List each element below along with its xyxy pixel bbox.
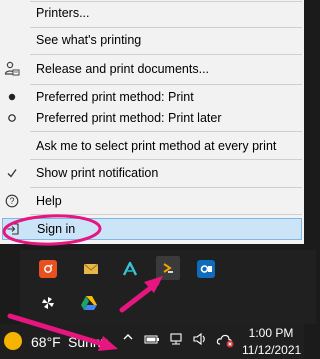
menu-item-label: Help xyxy=(36,194,62,208)
sign-in-icon xyxy=(4,220,22,238)
printer-app-icon[interactable] xyxy=(156,256,180,280)
network-icon[interactable] xyxy=(168,332,184,349)
sun-icon[interactable] xyxy=(4,332,22,350)
menu-separator xyxy=(30,131,302,132)
menu-item-see-whats-printing[interactable]: See what's printing xyxy=(0,27,304,53)
orange-app-icon[interactable] xyxy=(39,260,57,278)
menu-item-help[interactable]: ? Help xyxy=(0,188,304,214)
menu-item-show-print-notification[interactable]: Show print notification xyxy=(0,160,304,186)
menu-item-ask-print-method[interactable]: Ask me to select print method at every p… xyxy=(0,133,304,159)
menu-item-printers[interactable]: Printers... xyxy=(0,0,304,26)
google-drive-icon[interactable] xyxy=(80,294,98,312)
volume-icon[interactable] xyxy=(192,332,208,349)
clock-date[interactable]: 11/12/2021 xyxy=(242,343,301,357)
menu-item-label: See what's printing xyxy=(36,33,142,47)
svg-text:?: ? xyxy=(9,196,14,206)
pinwheel-icon[interactable] xyxy=(39,294,57,312)
tray-overflow-panel xyxy=(20,250,316,324)
user-print-icon xyxy=(3,60,21,78)
radio-unselected-icon xyxy=(3,109,21,127)
menu-item-preferred-print-later[interactable]: Preferred print method: Print later xyxy=(0,105,304,131)
print-context-menu: Printers... See what's printing Release … xyxy=(0,0,304,244)
chevron-up-icon[interactable] xyxy=(122,331,134,346)
menu-item-label: Preferred print method: Print xyxy=(36,90,194,104)
menu-separator xyxy=(30,214,302,215)
weather-temperature[interactable]: 68°F xyxy=(31,334,61,350)
cloud-error-icon[interactable] xyxy=(216,332,236,351)
menu-item-label: Printers... xyxy=(36,6,90,20)
mail-icon[interactable] xyxy=(82,260,100,278)
taskbar: 68°F Sunny 1:00 PM 11/12/2021 xyxy=(0,324,304,359)
checkmark-icon xyxy=(3,164,21,182)
menu-item-label: Sign in xyxy=(37,222,76,236)
menu-item-sign-in[interactable]: Sign in xyxy=(2,218,302,240)
menu-item-label: Show print notification xyxy=(36,166,159,180)
clock-time[interactable]: 1:00 PM xyxy=(244,326,298,340)
radio-selected-icon xyxy=(3,88,21,106)
help-icon: ? xyxy=(3,192,21,210)
menu-item-label: Ask me to select print method at every p… xyxy=(36,139,277,153)
menu-item-label: Release and print documents... xyxy=(36,62,210,76)
menu-item-release-and-print[interactable]: Release and print documents... xyxy=(0,56,304,82)
menu-item-label: Preferred print method: Print later xyxy=(36,111,222,125)
menu-separator xyxy=(30,54,302,55)
battery-icon[interactable] xyxy=(144,333,160,348)
outlook-icon[interactable] xyxy=(197,260,215,278)
arrow-logo-icon[interactable] xyxy=(121,260,139,278)
weather-condition[interactable]: Sunny xyxy=(68,334,108,350)
